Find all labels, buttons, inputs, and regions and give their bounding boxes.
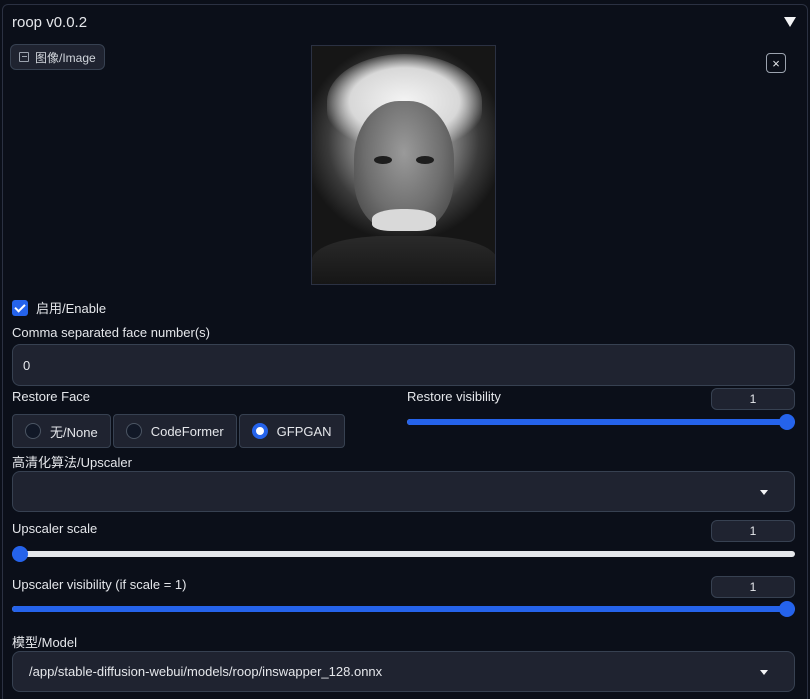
model-dropdown[interactable]: /app/stable-diffusion-webui/models/roop/…: [12, 651, 795, 692]
model-label: 模型/Model: [12, 635, 78, 650]
enable-checkbox-row[interactable]: 启用/Enable: [12, 298, 106, 317]
clear-image-button[interactable]: ×: [766, 53, 786, 73]
upscaler-label: 高清化算法/Upscaler: [12, 455, 132, 470]
source-face-image: [311, 45, 496, 285]
restore-visibility-number[interactable]: 1: [711, 388, 795, 410]
radio-gfpgan[interactable]: GFPGAN: [238, 414, 345, 448]
image-icon: [19, 52, 29, 62]
upscaler-scale-number[interactable]: 1: [711, 520, 795, 542]
slider-fill: [407, 419, 787, 425]
faces-input[interactable]: 0: [12, 344, 795, 386]
enable-checkbox[interactable]: [12, 299, 28, 316]
radio-gfpgan-label: GFPGAN: [276, 423, 332, 439]
slider-thumb[interactable]: [779, 414, 795, 430]
enable-label: 启用/Enable: [36, 301, 107, 316]
upscaler-scale-label: Upscaler scale: [12, 521, 98, 536]
image-upload-area[interactable]: 图像/Image ×: [10, 44, 796, 286]
upscaler-scale-slider[interactable]: [12, 546, 795, 562]
radio-codeformer-dot[interactable]: [125, 423, 142, 439]
panel-title[interactable]: roop v0.0.2: [12, 14, 87, 31]
restore-face-label: Restore Face: [12, 389, 91, 404]
chevron-down-icon[interactable]: [760, 669, 768, 675]
slider-track: [12, 551, 795, 557]
collapse-triangle-icon[interactable]: [784, 17, 796, 27]
chevron-down-icon[interactable]: [760, 489, 768, 495]
radio-gfpgan-dot[interactable]: [251, 423, 268, 439]
upscaler-visibility-slider[interactable]: [12, 601, 795, 617]
upscaler-visibility-label: Upscaler visibility (if scale = 1): [12, 577, 187, 592]
upscaler-visibility-number[interactable]: 1: [711, 576, 795, 598]
slider-thumb[interactable]: [779, 601, 795, 617]
model-value: /app/stable-diffusion-webui/models/roop/…: [29, 664, 383, 679]
radio-none-label: 无/None: [50, 424, 98, 440]
restore-visibility-slider[interactable]: [407, 414, 795, 430]
image-label-text: 图像/Image: [35, 50, 96, 65]
image-label: 图像/Image: [10, 44, 105, 70]
slider-fill: [12, 606, 787, 612]
restore-visibility-label: Restore visibility: [407, 389, 501, 404]
radio-codeformer-label: CodeFormer: [150, 423, 224, 439]
faces-label: Comma separated face number(s): [12, 325, 210, 340]
restore-face-radio-group: 无/None CodeFormer GFPGAN: [12, 414, 345, 448]
radio-codeformer[interactable]: CodeFormer: [112, 414, 237, 448]
radio-none[interactable]: 无/None: [12, 414, 111, 448]
upscaler-dropdown[interactable]: [12, 471, 795, 512]
radio-none-dot[interactable]: [25, 423, 41, 439]
slider-thumb[interactable]: [12, 546, 28, 562]
